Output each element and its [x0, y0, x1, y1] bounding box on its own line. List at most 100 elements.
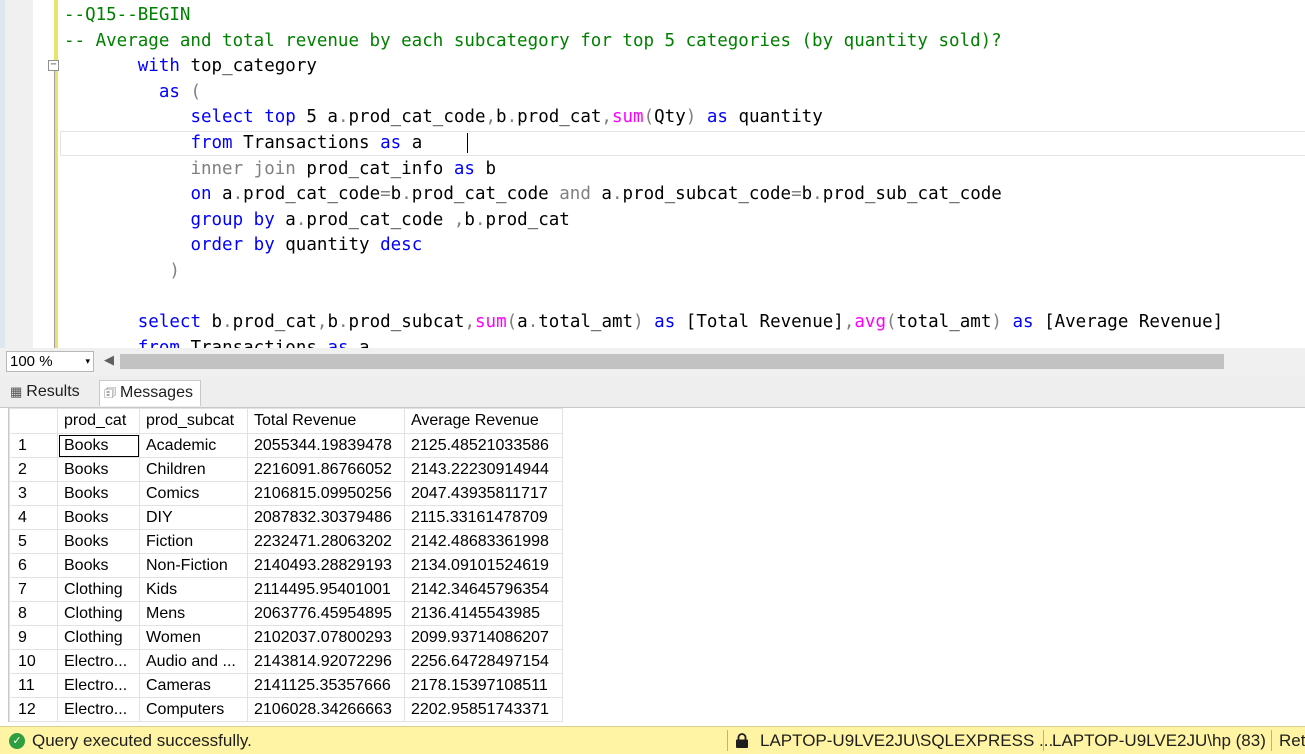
grid-cell[interactable]: 2143.22230914944	[404, 457, 563, 482]
grid-cell[interactable]: 2216091.86766052	[247, 457, 405, 482]
table-row[interactable]: 12 Electro... Computers 2106028.34266663 220…	[9, 697, 563, 722]
grid-cell[interactable]: Computers	[139, 697, 248, 722]
code-line[interactable]: select b.prod_cat,b.prod_subcat,sum(a.to…	[64, 310, 1223, 336]
table-row[interactable]: 4 Books DIY 2087832.30379486 2115.3316147870…	[9, 505, 563, 530]
row-number[interactable]: 1	[9, 433, 58, 458]
row-number[interactable]: 4	[9, 505, 58, 530]
row-number[interactable]: 6	[9, 553, 58, 578]
table-row[interactable]: 7 Clothing Kids 2114495.95401001 2142.346457…	[9, 577, 563, 602]
grid-cell[interactable]: 2232471.28063202	[247, 529, 405, 554]
tab-messages[interactable]: 🗊 Messages	[99, 380, 201, 406]
grid-cell[interactable]: 2055344.19839478	[247, 433, 405, 458]
row-number[interactable]: 9	[9, 625, 58, 650]
code-line[interactable]: select top 5 a.prod_cat_code,b.prod_cat,…	[64, 105, 1223, 131]
grid-cell[interactable]: 2141125.35357666	[247, 673, 405, 698]
grid-cell[interactable]: 2125.48521033586	[404, 433, 563, 458]
grid-cell[interactable]: Electro...	[57, 697, 140, 722]
grid-cell[interactable]: Books	[57, 553, 140, 578]
grid-cell[interactable]: 2102037.07800293	[247, 625, 405, 650]
grid-cell[interactable]: 2099.93714086207	[404, 625, 563, 650]
code-line[interactable]: group by a.prod_cat_code ,b.prod_cat	[64, 208, 1223, 234]
collapse-region-icon[interactable]: −	[48, 60, 59, 71]
code-line[interactable]	[64, 285, 1223, 311]
grid-cell[interactable]: Clothing	[57, 577, 140, 602]
code-line[interactable]: --Q15--BEGIN	[64, 3, 1223, 29]
zoom-dropdown[interactable]: 100 % ▾	[6, 351, 94, 372]
table-row[interactable]: 9 Clothing Women 2102037.07800293 2099.93714…	[9, 625, 563, 650]
grid-cell[interactable]: Non-Fiction	[139, 553, 248, 578]
table-row[interactable]: 6 Books Non-Fiction 2140493.28829193 2134.09…	[9, 553, 563, 578]
grid-cell[interactable]: 2106815.09950256	[247, 481, 405, 506]
row-number[interactable]: 3	[9, 481, 58, 506]
code-line[interactable]: inner join prod_cat_info as b	[64, 157, 1223, 183]
grid-cell[interactable]: Books	[57, 481, 140, 506]
row-number[interactable]: 11	[9, 673, 58, 698]
grid-cell[interactable]: 2136.4145543985	[404, 601, 563, 626]
grid-cell[interactable]: Electro...	[57, 649, 140, 674]
code-line[interactable]: order by quantity desc	[64, 233, 1223, 259]
row-number[interactable]: 7	[9, 577, 58, 602]
grid-cell[interactable]: DIY	[139, 505, 248, 530]
grid-cell[interactable]: 2256.64728497154	[404, 649, 563, 674]
grid-cell[interactable]: Clothing	[57, 625, 140, 650]
grid-cell[interactable]: Clothing	[57, 601, 140, 626]
grid-cell[interactable]: 2143814.92072296	[247, 649, 405, 674]
tab-results[interactable]: ▦ Results	[10, 380, 96, 406]
horizontal-scrollbar-thumb[interactable]	[120, 354, 1224, 369]
row-number[interactable]: 8	[9, 601, 58, 626]
query-editor[interactable]: − --Q15--BEGIN -- Average and total reven…	[0, 0, 1305, 348]
code-line[interactable]: )	[64, 259, 1223, 285]
grid-cell[interactable]: Audio and ...	[139, 649, 248, 674]
scroll-left-icon[interactable]: ◀	[104, 352, 114, 368]
row-number[interactable]: 2	[9, 457, 58, 482]
column-header[interactable]: Total Revenue	[247, 408, 405, 434]
table-row[interactable]: 1 Books Academic 2055344.19839478 2125.48521…	[9, 433, 563, 458]
row-number[interactable]: 10	[9, 649, 58, 674]
table-row[interactable]: 3 Books Comics 2106815.09950256 2047.4393581…	[9, 481, 563, 506]
table-row[interactable]: 10 Electro... Audio and ... 2143814.9207229…	[9, 649, 563, 674]
grid-cell[interactable]: 2106028.34266663	[247, 697, 405, 722]
code-line[interactable]: from Transactions as a	[64, 131, 1223, 157]
results-grid[interactable]: prod_cat prod_subcat Total Revenue Average …	[9, 408, 563, 722]
table-row[interactable]: 2 Books Children 2216091.86766052 2143.22230…	[9, 457, 563, 482]
column-header[interactable]: Average Revenue	[404, 408, 563, 434]
grid-cell[interactable]: 2140493.28829193	[247, 553, 405, 578]
grid-cell[interactable]: Children	[139, 457, 248, 482]
grid-cell[interactable]: Cameras	[139, 673, 248, 698]
grid-cell[interactable]: 2142.48683361998	[404, 529, 563, 554]
grid-cell[interactable]: Comics	[139, 481, 248, 506]
table-row[interactable]: 8 Clothing Mens 2063776.45954895 2136.414554…	[9, 601, 563, 626]
column-header[interactable]	[9, 408, 58, 434]
table-row[interactable]: 5 Books Fiction 2232471.28063202 2142.486833…	[9, 529, 563, 554]
grid-cell[interactable]: Mens	[139, 601, 248, 626]
grid-cell[interactable]: 2134.09101524619	[404, 553, 563, 578]
grid-cell[interactable]: Women	[139, 625, 248, 650]
grid-cell[interactable]: 2142.34645796354	[404, 577, 563, 602]
row-number[interactable]: 5	[9, 529, 58, 554]
code-line[interactable]: with top_category	[64, 54, 1223, 80]
grid-cell[interactable]: Books	[57, 433, 140, 458]
grid-cell[interactable]: Academic	[139, 433, 248, 458]
grid-cell[interactable]: Books	[57, 457, 140, 482]
grid-cell[interactable]: 2047.43935811717	[404, 481, 563, 506]
grid-cell[interactable]: Books	[57, 505, 140, 530]
row-number[interactable]: 12	[9, 697, 58, 722]
grid-cell[interactable]: 2202.95851743371	[404, 697, 563, 722]
results-grid-area[interactable]: prod_cat prod_subcat Total Revenue Average …	[8, 408, 1305, 722]
grid-cell[interactable]: 2178.15397108511	[404, 673, 563, 698]
grid-cell[interactable]: 2115.33161478709	[404, 505, 563, 530]
code-line[interactable]: as (	[64, 80, 1223, 106]
code-text[interactable]: --Q15--BEGIN -- Average and total revenue…	[64, 3, 1223, 348]
grid-cell[interactable]: 2087832.30379486	[247, 505, 405, 530]
column-header[interactable]: prod_cat	[57, 408, 140, 434]
grid-cell[interactable]: Fiction	[139, 529, 248, 554]
grid-cell[interactable]: Books	[57, 529, 140, 554]
column-header[interactable]: prod_subcat	[139, 408, 248, 434]
code-line[interactable]: -- Average and total revenue by each sub…	[64, 29, 1223, 55]
code-line[interactable]: on a.prod_cat_code=b.prod_cat_code and a…	[64, 182, 1223, 208]
grid-cell[interactable]: Kids	[139, 577, 248, 602]
grid-cell[interactable]: 2063776.45954895	[247, 601, 405, 626]
grid-cell[interactable]: 2114495.95401001	[247, 577, 405, 602]
grid-cell[interactable]: Electro...	[57, 673, 140, 698]
table-row[interactable]: 11 Electro... Cameras 2141125.35357666 2178.…	[9, 673, 563, 698]
